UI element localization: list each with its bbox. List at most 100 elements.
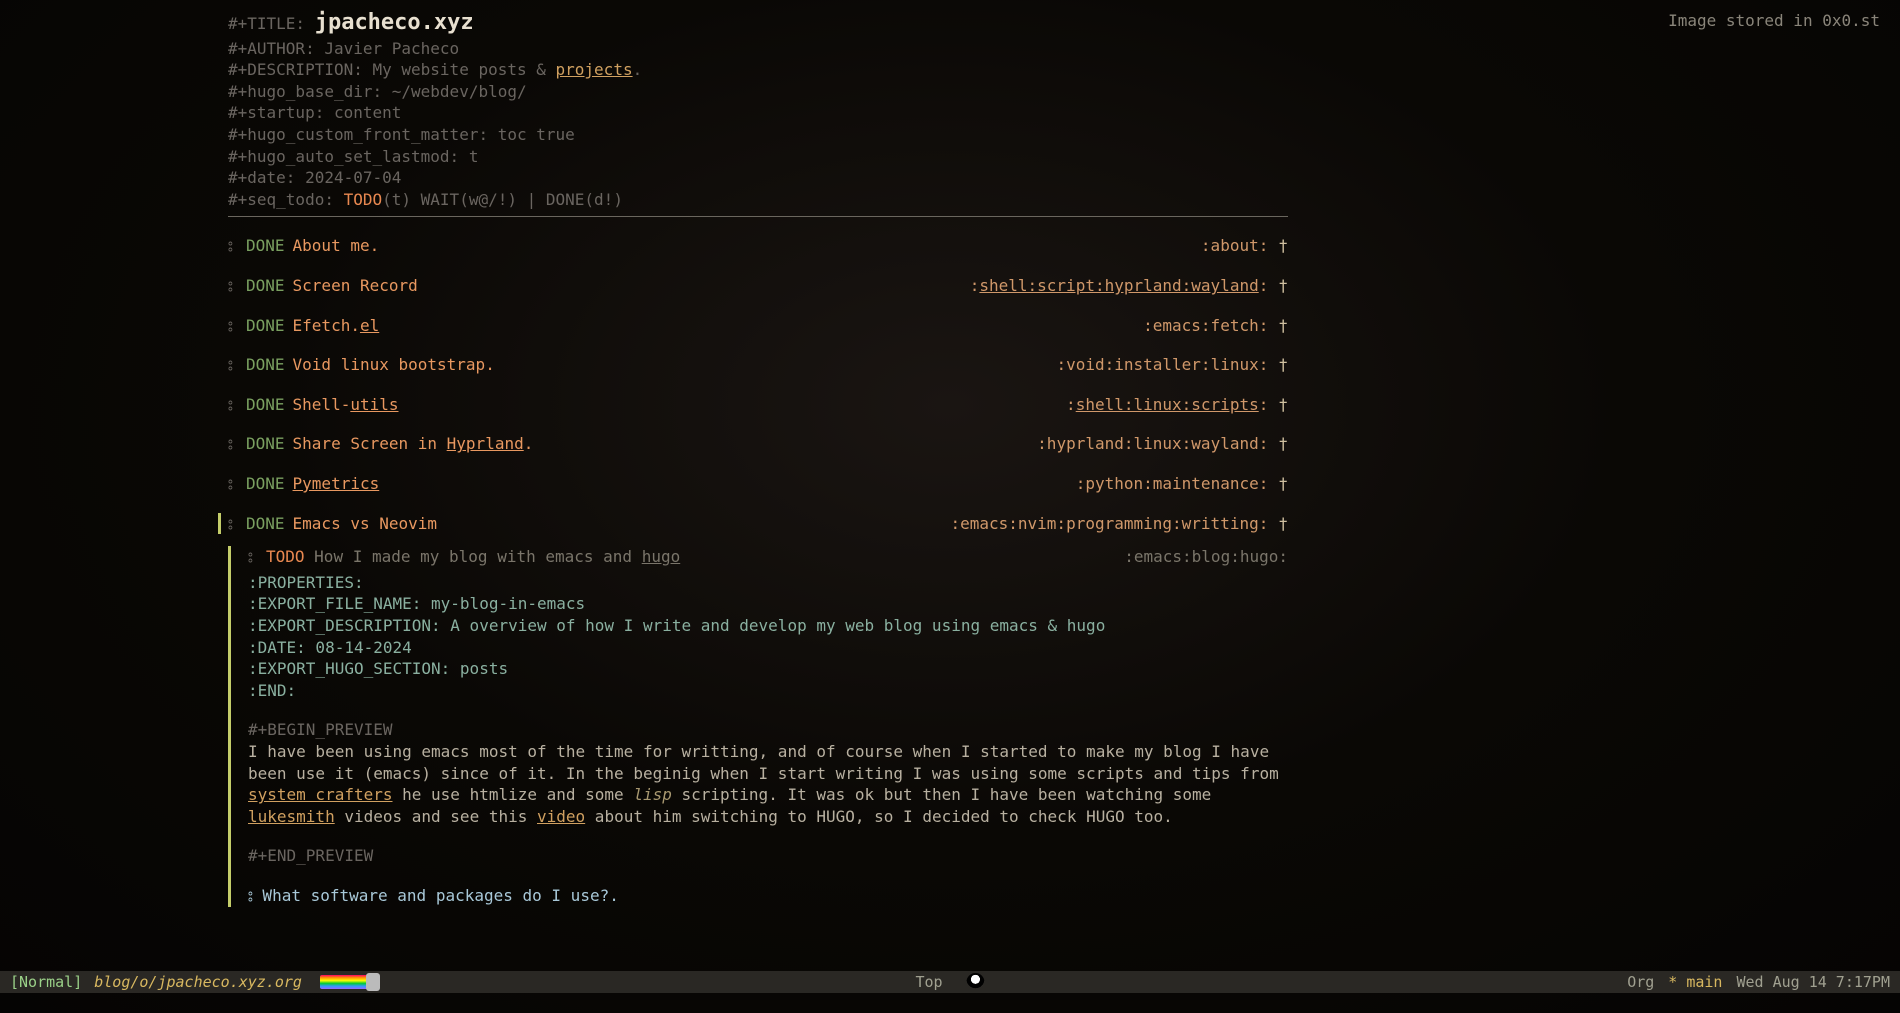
system-crafters-link[interactable]: system crafters (248, 785, 393, 804)
headline-text: Void linux bootstrap. (293, 355, 495, 374)
tux-icon (967, 973, 985, 991)
prop-date: :DATE: 08-14-2024 (248, 637, 1288, 659)
done-keyword: DONE (246, 394, 285, 416)
headline-title: Efetch.el (293, 315, 380, 337)
fold-glyph-icon[interactable]: ⦂ (228, 235, 246, 257)
nyan-progress (320, 975, 370, 989)
fold-glyph-icon[interactable]: ⦂ (228, 315, 246, 337)
projects-link[interactable]: projects (556, 60, 633, 79)
org-headline[interactable]: ⦂DONE Screen Record :shell:script:hyprland… (228, 275, 1288, 297)
lukesmith-link[interactable]: lukesmith (248, 807, 335, 826)
org-tags[interactable]: :emacs:fetch: (1143, 315, 1268, 337)
prop-export-description: :EXPORT_DESCRIPTION: A overview of how I… (248, 615, 1288, 637)
headline-link[interactable]: el (360, 316, 379, 335)
fold-glyph-icon[interactable]: ⦂ (228, 394, 246, 416)
major-mode[interactable]: Org (1627, 972, 1654, 992)
tag-link[interactable]: shell:linux:scripts (1076, 395, 1259, 414)
headline-text: Efetch. (293, 316, 360, 335)
modeline: [Normal] blog/o/jpacheco.xyz.org Top Org… (0, 971, 1900, 993)
fold-cross-icon: † (1278, 433, 1288, 455)
tag-link[interactable]: shell:script:hyprland:wayland (979, 276, 1258, 295)
org-tags[interactable]: :shell:linux:scripts: (1066, 394, 1268, 416)
body-ital-1: lisp (633, 785, 672, 804)
desc-text: #+DESCRIPTION: My website posts & (228, 60, 556, 79)
org-headline[interactable]: ⦂DONE About me. :about: † (228, 235, 1288, 257)
headline-title: Share Screen in Hyprland. (293, 433, 534, 455)
headline-title: Void linux bootstrap. (293, 354, 495, 376)
fold-glyph-icon[interactable]: ⦂ (228, 473, 246, 495)
todo-headline-title: How I made my blog with emacs and hugo (305, 546, 681, 568)
scroll-position: Top (915, 972, 942, 992)
headline-link[interactable]: Hyprland (447, 434, 524, 453)
video-link[interactable]: video (537, 807, 585, 826)
org-lastmod: #+hugo_auto_set_lastmod: t (228, 146, 1288, 168)
title-keyword: #+TITLE: (228, 14, 305, 33)
headline-text-post: . (524, 434, 534, 453)
org-title-line: #+TITLE: jpacheco.xyz (228, 8, 1288, 38)
headline-text: Share Screen in (293, 434, 447, 453)
org-tags[interactable]: :shell:script:hyprland:wayland: (970, 275, 1269, 297)
org-headline[interactable]: ⦂DONE Share Screen in Hyprland. :hyprland:… (228, 433, 1288, 455)
headline-link[interactable]: utils (350, 395, 398, 414)
seq-todo-kw: TODO (344, 190, 383, 209)
org-tags[interactable]: :python:maintenance: (1076, 473, 1269, 495)
headline-title: Screen Record (293, 275, 418, 297)
prop-export-file-name: :EXPORT_FILE_NAME: my-blog-in-emacs (248, 593, 1288, 615)
todo-title-link[interactable]: hugo (642, 547, 681, 566)
headline-title: Shell-utils (293, 394, 399, 416)
headline-title: About me. (293, 235, 380, 257)
org-buffer[interactable]: #+TITLE: jpacheco.xyz #+AUTHOR: Javier P… (228, 8, 1288, 907)
org-tags[interactable]: :about: (1201, 235, 1268, 257)
todo-tags: :emacs:blog:hugo: (1124, 546, 1288, 568)
todo-headline-expanded[interactable]: ⦂ TODO How I made my blog with emacs and… (228, 546, 1288, 906)
body-seg-1: I have been using emacs most of the time… (248, 742, 1279, 783)
fold-glyph-icon[interactable]: ⦂ (228, 354, 246, 376)
headline-text: Shell- (293, 395, 351, 414)
org-startup: #+startup: content (228, 102, 1288, 124)
org-tags[interactable]: :hyprland:linux:wayland: (1037, 433, 1268, 455)
vc-branch[interactable]: * main (1668, 972, 1722, 992)
desc-post: . (633, 60, 643, 79)
org-headline[interactable]: ⦂DONE Shell-utils :shell:linux:scripts: † (228, 394, 1288, 416)
done-keyword: DONE (246, 275, 285, 297)
seq-pre: #+seq_todo: (228, 190, 344, 209)
org-tags[interactable]: :emacs:nvim:programming:writting: (950, 513, 1268, 535)
org-headline[interactable]: ⦂DONEEmacs vs Neovim:emacs:nvim:programm… (228, 513, 1288, 535)
org-tags[interactable]: :void:installer:linux: (1056, 354, 1268, 376)
done-keyword: DONE (246, 433, 285, 455)
body-seg-5: about him switching to HUGO, so I decide… (585, 807, 1173, 826)
org-seq-todo: #+seq_todo: TODO(t) WAIT(w@/!) | DONE(d!… (228, 189, 1288, 211)
current-entry-indicator (228, 546, 231, 906)
fold-cross-icon: † (1278, 275, 1288, 297)
seq-rest: (t) WAIT(w@/!) | DONE(d!) (382, 190, 623, 209)
headline-text: Screen Record (293, 276, 418, 295)
org-headline[interactable]: ⦂DONE Pymetrics :python:maintenance: † (228, 473, 1288, 495)
properties-open[interactable]: :PROPERTIES: (248, 572, 1288, 594)
fold-cross-icon: † (1278, 235, 1288, 257)
properties-end: :END: (248, 680, 1288, 702)
fold-glyph-icon[interactable]: ⦂ (228, 513, 246, 535)
done-keyword: DONE (246, 235, 285, 257)
buffer-path[interactable]: blog/o/jpacheco.xyz.org (94, 972, 302, 992)
preview-body: I have been using emacs most of the time… (248, 741, 1288, 827)
done-keyword: DONE (246, 473, 285, 495)
nyan-cat-icon (320, 975, 370, 989)
fold-glyph-icon[interactable]: ⦂ (228, 433, 246, 455)
org-headline[interactable]: ⦂DONEEfetch.el:emacs:fetch:† (228, 315, 1288, 337)
fold-cross-icon: † (1278, 394, 1288, 416)
subheading[interactable]: ⦂ What software and packages do I use?. (248, 885, 1288, 907)
fold-glyph-icon[interactable]: ⦂ (248, 546, 266, 568)
begin-preview: #+BEGIN_PREVIEW (248, 719, 1288, 741)
headline-title: Emacs vs Neovim (293, 513, 438, 535)
fold-cross-icon: † (1278, 354, 1288, 376)
fold-cross-icon: † (1278, 513, 1288, 535)
headline-link[interactable]: Pymetrics (293, 474, 380, 493)
org-headline[interactable]: ⦂DONE Void linux bootstrap. :void:installe… (228, 354, 1288, 376)
fold-cross-icon: † (1278, 473, 1288, 495)
fold-glyph-icon[interactable]: ⦂ (228, 275, 246, 297)
org-front-matter: #+hugo_custom_front_matter: toc true (228, 124, 1288, 146)
org-description: #+DESCRIPTION: My website posts & projec… (228, 59, 1288, 81)
done-keyword: DONE (246, 354, 285, 376)
org-author: #+AUTHOR: Javier Pacheco (228, 38, 1288, 60)
evil-state: [Normal] (10, 972, 82, 992)
